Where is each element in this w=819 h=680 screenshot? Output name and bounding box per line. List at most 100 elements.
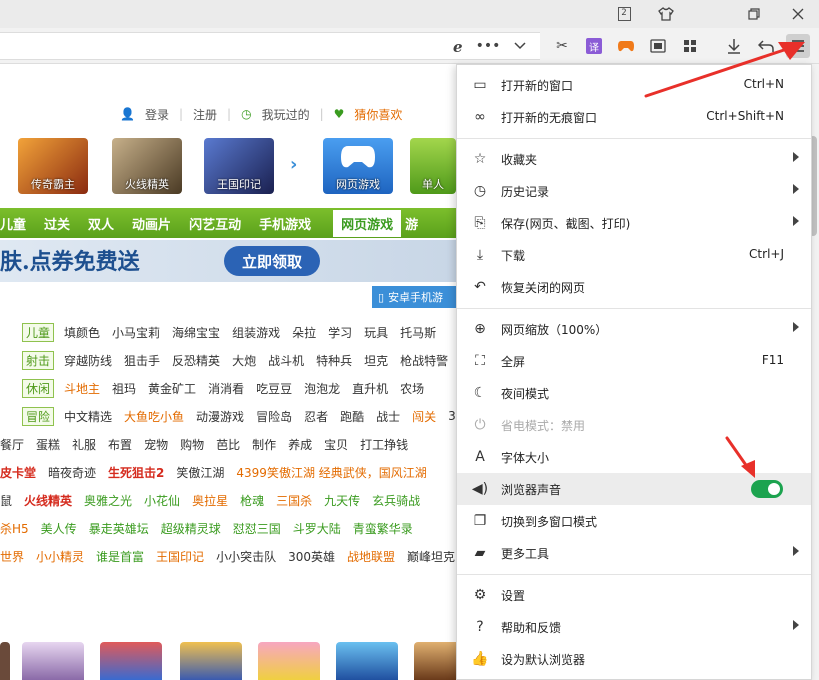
apps-grid-icon[interactable] [678, 34, 702, 58]
game-link[interactable]: 怼怼三国 [233, 520, 281, 537]
menu-item-history[interactable]: ◷ 历史记录 [457, 175, 811, 207]
game-link[interactable]: 玩具 [364, 324, 388, 341]
game-thumbnail[interactable] [414, 642, 460, 680]
game-link[interactable]: 火线精英 [24, 492, 72, 509]
tab-count-button[interactable]: 2 [604, 0, 644, 28]
game-link[interactable]: 巅峰坦克 [407, 548, 455, 565]
game-link[interactable]: 宠物 [144, 436, 168, 453]
game-link[interactable]: 生死狙击2 [108, 464, 164, 481]
translate-icon[interactable]: 译 [582, 34, 606, 58]
game-thumbnail[interactable] [100, 642, 162, 680]
game-link[interactable]: 杀H5 [0, 520, 29, 537]
menu-item-window[interactable]: ▭ 打开新的窗口 Ctrl+N [457, 69, 811, 101]
menu-item-restore[interactable]: ↶ 恢复关闭的网页 [457, 271, 811, 303]
game-link[interactable]: 笑傲江湖 [176, 464, 224, 481]
game-link[interactable]: 皮卡堂 [0, 464, 36, 481]
game-link[interactable]: 鼠 [0, 492, 12, 509]
category-tag[interactable]: 冒险 [22, 406, 55, 426]
game-link[interactable]: 大炮 [232, 352, 256, 369]
chevron-right-icon[interactable]: › [290, 154, 297, 175]
menu-item-download[interactable]: ⤓ 下载 Ctrl+J [457, 239, 811, 271]
game-link[interactable]: 战地联盟 [347, 548, 395, 565]
game-link[interactable]: 奥拉星 [192, 492, 228, 509]
nav-item[interactable]: 过关 [44, 214, 70, 233]
ie-mode-icon[interactable]: e [447, 34, 471, 58]
nav-item[interactable]: 双人 [88, 214, 114, 233]
game-link[interactable]: 穿越防线 [64, 352, 112, 369]
promo-banner[interactable]: 肤.点券免费送 立即领取 [0, 240, 460, 282]
game-link[interactable]: 斗罗大陆 [293, 520, 341, 537]
game-link[interactable]: 狙击手 [124, 352, 160, 369]
menu-item-incognito[interactable]: ∞ 打开新的无痕窗口 Ctrl+Shift+N [457, 101, 811, 133]
nav-item[interactable]: 手机游戏 [259, 214, 311, 233]
chevron-down-icon[interactable] [508, 34, 532, 58]
game-link[interactable]: 冒险岛 [256, 408, 292, 425]
game-link[interactable]: 餐厅 [0, 436, 24, 453]
game-link[interactable]: 世界 [0, 548, 24, 565]
game-link[interactable]: 战斗机 [268, 352, 304, 369]
game-link[interactable]: 九天传 [324, 492, 360, 509]
game-link[interactable]: 中文精选 [64, 408, 112, 425]
tab-web-games[interactable]: 网页游戏 [333, 209, 402, 237]
game-link[interactable]: 美人传 [41, 520, 77, 537]
game-link[interactable]: 王国印记 [156, 548, 204, 565]
game-link[interactable]: 学习 [328, 324, 352, 341]
game-thumbnail[interactable] [336, 642, 398, 680]
category-tag[interactable]: 休闲 [22, 378, 55, 398]
game-thumbnail[interactable] [258, 642, 320, 680]
game-link[interactable]: 农场 [400, 380, 424, 397]
menu-item-multi-window[interactable]: ❐ 切换到多窗口模式 [457, 505, 811, 537]
game-link[interactable]: 玄兵骑战 [372, 492, 420, 509]
game-link[interactable]: 购物 [180, 436, 204, 453]
android-games-link[interactable]: ▯ 安卓手机游 [372, 286, 460, 308]
game-link[interactable]: 海绵宝宝 [172, 324, 220, 341]
game-link[interactable]: 小马宝莉 [112, 324, 160, 341]
game-link[interactable]: 忍者 [304, 408, 328, 425]
download-toolbar-icon[interactable] [722, 34, 746, 58]
game-link[interactable]: 祖玛 [112, 380, 136, 397]
game-link[interactable]: 直升机 [352, 380, 388, 397]
game-card[interactable]: 单人 [410, 138, 456, 194]
game-link[interactable]: 泡泡龙 [304, 380, 340, 397]
claim-button[interactable]: 立即领取 [224, 246, 320, 276]
game-link[interactable]: 斗地主 [64, 380, 100, 397]
game-link[interactable]: 组装游戏 [232, 324, 280, 341]
menu-item-help[interactable]: ? 帮助和反馈 [457, 611, 811, 643]
game-link[interactable]: 奥雅之光 [84, 492, 132, 509]
gamepad-icon[interactable] [614, 34, 638, 58]
played-link[interactable]: 我玩过的 [262, 106, 310, 123]
nav-item[interactable]: 儿童 [0, 214, 26, 233]
game-link[interactable]: 三国杀 [276, 492, 312, 509]
game-link[interactable]: 养成 [288, 436, 312, 453]
game-link[interactable]: 制作 [252, 436, 276, 453]
game-link[interactable]: 填颜色 [64, 324, 100, 341]
login-link[interactable]: 登录 [145, 106, 169, 123]
menu-item-power-save[interactable]: ⏻ 省电模式：禁用 [457, 409, 811, 441]
game-card[interactable]: 传奇霸主 [18, 138, 88, 194]
game-card[interactable]: 火线精英 [112, 138, 182, 194]
menu-item-zoom[interactable]: ⊕ 网页缩放（100%） [457, 313, 811, 345]
game-link[interactable]: 特种兵 [316, 352, 352, 369]
register-link[interactable]: 注册 [193, 106, 217, 123]
game-link[interactable]: 布置 [108, 436, 132, 453]
close-window-icon[interactable] [778, 0, 818, 28]
game-link[interactable]: 打工挣钱 [360, 436, 408, 453]
shirt-icon[interactable] [646, 0, 686, 28]
game-thumbnail[interactable] [22, 642, 84, 680]
game-link[interactable]: 坦克 [364, 352, 388, 369]
game-link[interactable]: 小花仙 [144, 492, 180, 509]
menu-item-font-size[interactable]: A 字体大小 [457, 441, 811, 473]
menu-item-fullscreen[interactable]: ⛶ 全屏 F11 [457, 345, 811, 377]
main-menu-button[interactable] [786, 34, 810, 58]
game-link[interactable]: 宝贝 [324, 436, 348, 453]
game-link[interactable]: 枪战特警 [400, 352, 448, 369]
game-link[interactable]: 黄金矿工 [148, 380, 196, 397]
game-link[interactable]: 暗夜奇迹 [48, 464, 96, 481]
game-link[interactable]: 超级精灵球 [161, 520, 221, 537]
game-link[interactable]: 暴走英雄坛 [89, 520, 149, 537]
menu-item-night-mode[interactable]: ☾ 夜间模式 [457, 377, 811, 409]
menu-item-toolbox[interactable]: ▰ 更多工具 [457, 537, 811, 569]
game-link[interactable]: 芭比 [216, 436, 240, 453]
menu-item-settings[interactable]: ⚙ 设置 [457, 579, 811, 611]
game-link[interactable]: 闯关 [412, 408, 436, 425]
